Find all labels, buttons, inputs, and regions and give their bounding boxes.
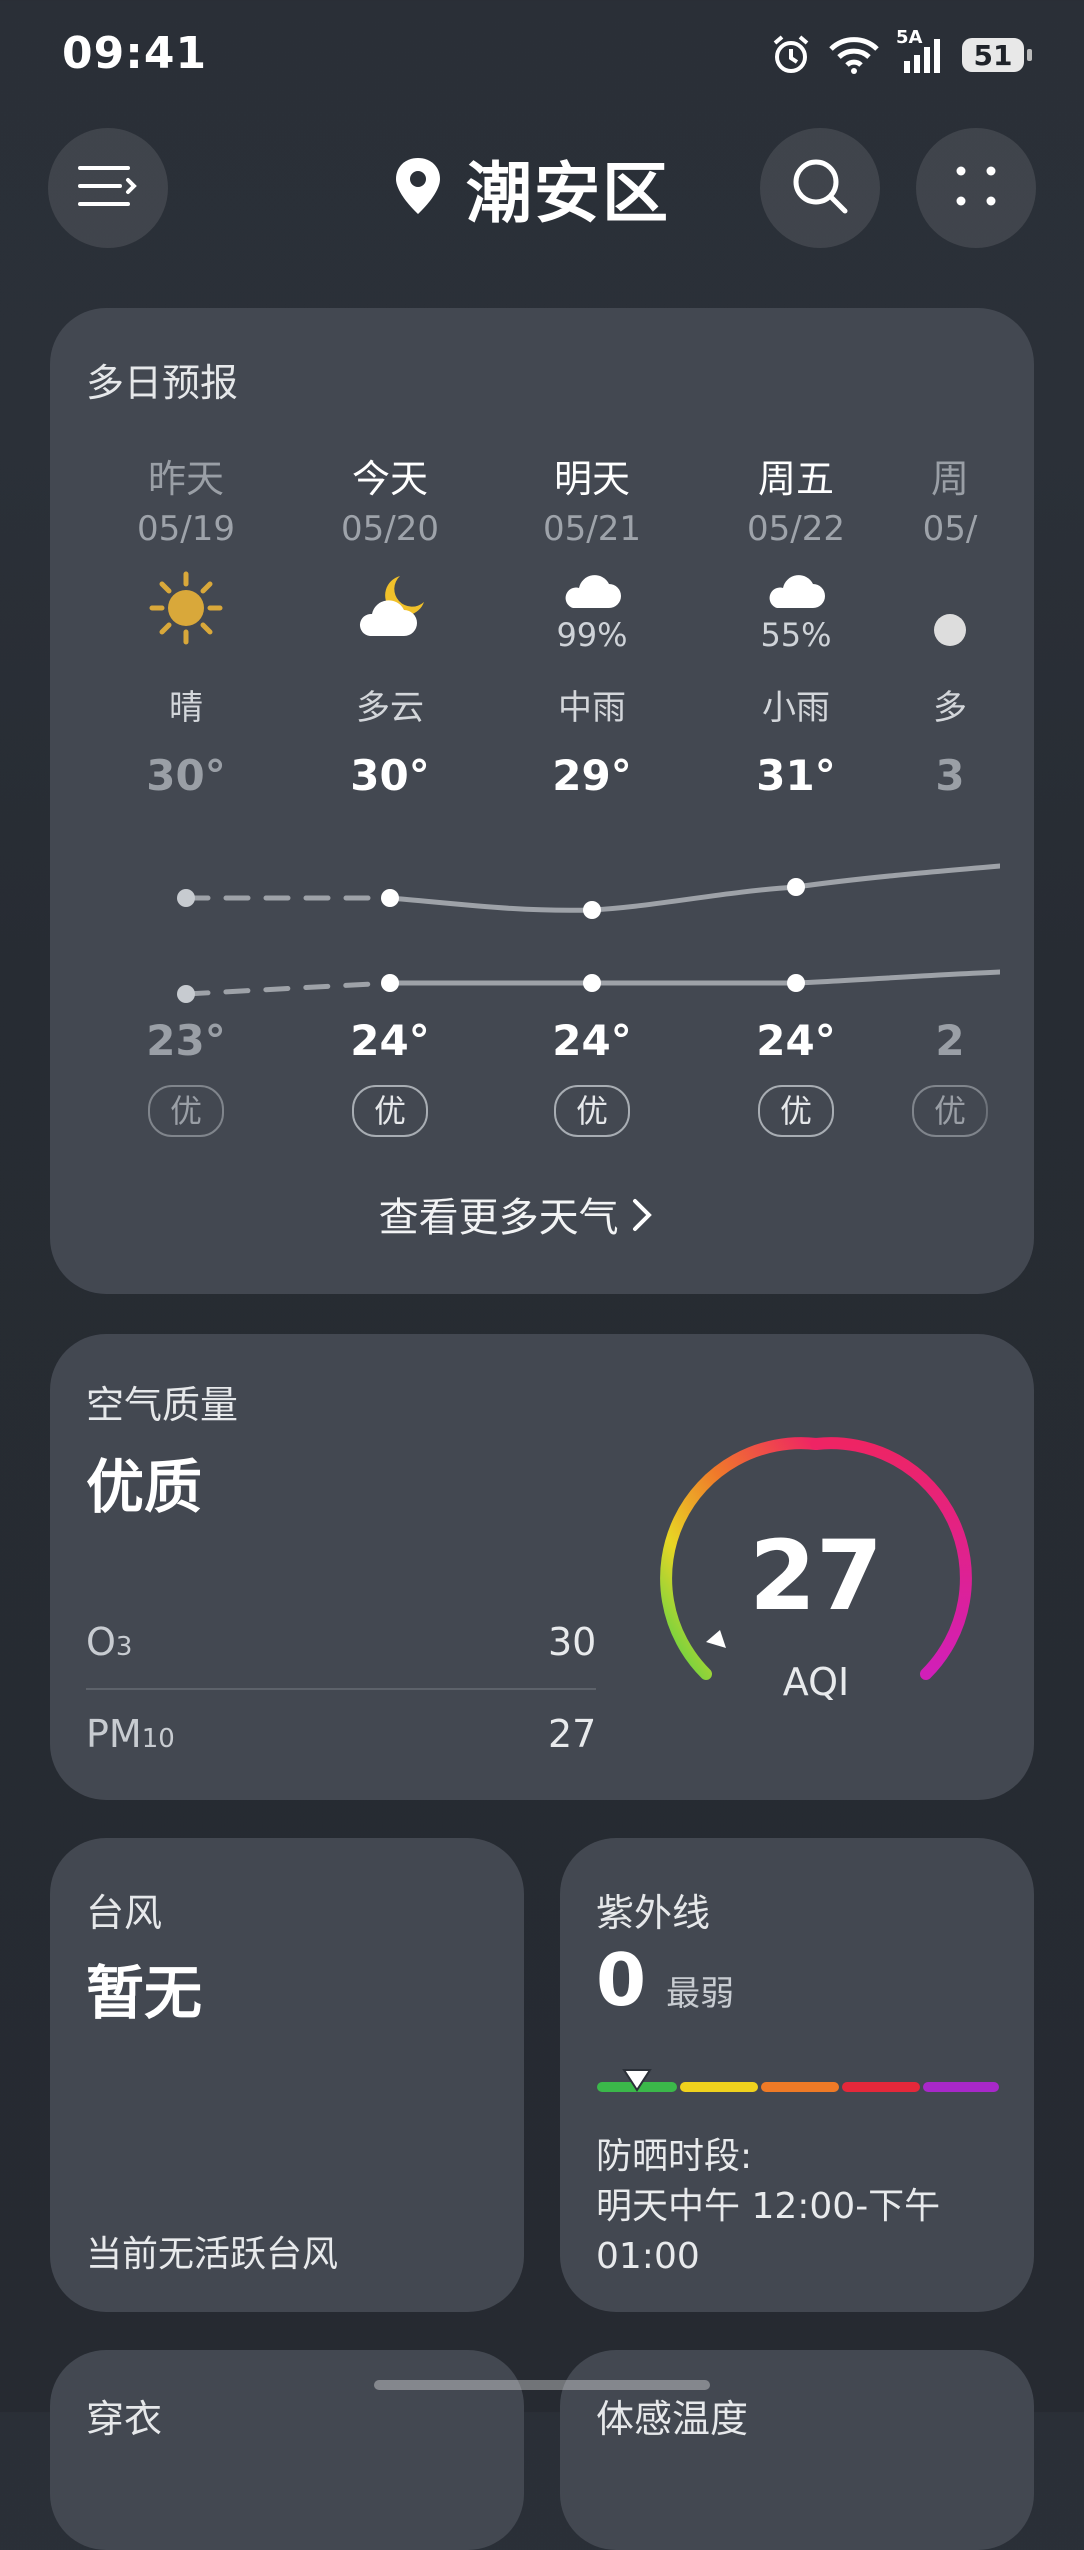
- uv-scale-segment: [923, 2082, 999, 2092]
- temperature-trend-chart: [177, 863, 1000, 1003]
- uv-scale-segment: [761, 2082, 839, 2092]
- typhoon-title: 台风: [86, 1891, 163, 1935]
- aqi-value: 27: [749, 1520, 883, 1632]
- divider: [86, 1688, 596, 1690]
- typhoon-status: 暂无: [86, 1959, 203, 2027]
- pollutant-value: 27: [548, 1712, 597, 1756]
- uv-marker-icon: [622, 2069, 652, 2092]
- forecast-days[interactable]: 昨天 05/19 晴 30° 23° 优 今天 05/20 多云 30° 24°…: [0, 0, 1000, 1200]
- air-quality-title: 空气质量: [86, 1383, 239, 1427]
- typhoon-card[interactable]: 台风 暂无 当前无活跃台风: [50, 1838, 524, 2312]
- feels-like-title: 体感温度: [596, 2397, 749, 2441]
- home-indicator[interactable]: [374, 2380, 710, 2390]
- pollutant-value: 30: [548, 1620, 597, 1664]
- pollutant-name: O3: [86, 1620, 133, 1664]
- uv-title: 紫外线: [596, 1891, 711, 1935]
- more-weather-link[interactable]: 查看更多天气: [0, 1185, 1034, 1243]
- aqi-gauge: 27 AQI: [646, 1434, 986, 1734]
- typhoon-note: 当前无活跃台风: [86, 2234, 339, 2275]
- uv-protect-time: 明天中午 12:00-下午 01:00: [596, 2186, 941, 2277]
- aqi-label: AQI: [782, 1660, 850, 1704]
- pollutant-name: PM10: [86, 1712, 175, 1756]
- uv-index: 0: [596, 1938, 647, 2022]
- uv-level: 最弱: [666, 1974, 735, 2014]
- uv-scale-segment: [842, 2082, 920, 2092]
- air-quality-card[interactable]: 空气质量 优质 O3 30 PM10 27 27 AQI: [50, 1334, 1034, 1800]
- air-quality-level: 优质: [86, 1453, 203, 1521]
- chevron-right-icon: [631, 1197, 655, 1243]
- uv-protect-label: 防晒时段:: [596, 2136, 753, 2177]
- clothing-title: 穿衣: [86, 2397, 163, 2441]
- more-weather-label: 查看更多天气: [378, 1195, 619, 1241]
- uv-scale-segment: [680, 2082, 758, 2092]
